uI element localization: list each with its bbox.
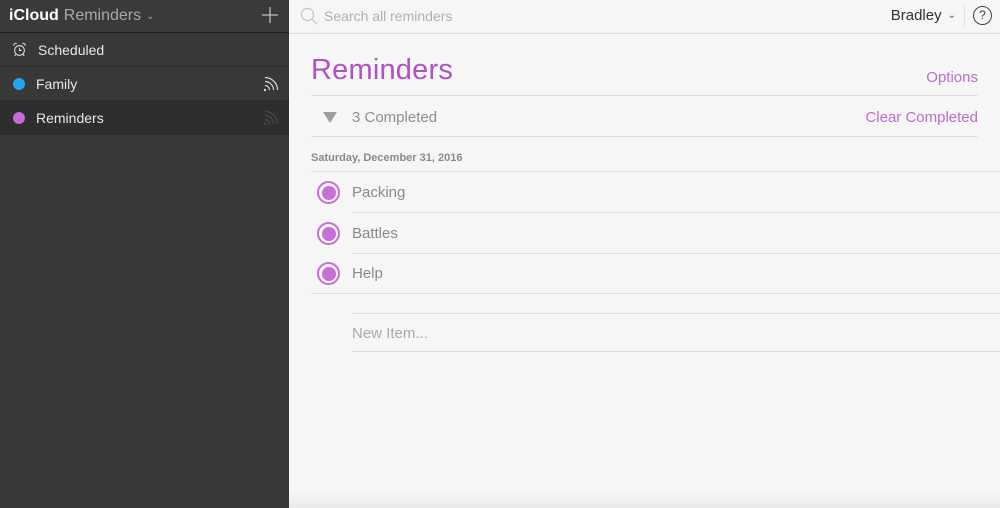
completed-checkbox[interactable]: [317, 222, 340, 245]
reminder-title[interactable]: Battles: [352, 225, 398, 242]
search-icon: [300, 7, 318, 25]
date-label: Saturday, December 31, 2016: [311, 152, 463, 164]
completed-section: 3 Completed Clear Completed: [311, 97, 978, 137]
sidebar-item-reminders[interactable]: Reminders: [0, 101, 289, 135]
shared-list-icon[interactable]: [263, 110, 279, 126]
sidebar-item-label: Family: [36, 75, 78, 92]
completed-checkbox[interactable]: [317, 181, 340, 204]
reminder-title[interactable]: Packing: [352, 184, 405, 201]
app-brand: iCloud: [9, 7, 59, 24]
completed-checkbox[interactable]: [317, 262, 340, 285]
disclosure-triangle-icon[interactable]: [323, 112, 337, 123]
reminder-title[interactable]: Help: [352, 265, 383, 282]
main-panel: Bradley ⌄ ? Reminders Options 3 Complete…: [289, 0, 1000, 508]
sidebar-item-label: Reminders: [36, 109, 104, 126]
add-list-button[interactable]: [261, 6, 279, 24]
help-button[interactable]: ?: [973, 6, 992, 25]
app-switcher[interactable]: Reminders: [64, 7, 141, 25]
options-button[interactable]: Options: [926, 69, 978, 86]
shared-list-icon[interactable]: [263, 76, 279, 92]
list-color-dot: [13, 111, 25, 124]
sidebar-header: iCloud Reminders ⌄: [0, 0, 289, 33]
reminder-item[interactable]: Packing: [311, 172, 1000, 213]
sidebar-item-scheduled[interactable]: Scheduled: [0, 33, 289, 67]
chevron-down-icon[interactable]: ⌄: [146, 11, 154, 22]
new-item-input[interactable]: [352, 323, 752, 343]
new-item-row: [352, 313, 1000, 352]
divider: [964, 6, 965, 26]
search-input[interactable]: [324, 5, 624, 27]
sidebar: iCloud Reminders ⌄ Scheduled Family Remi…: [0, 0, 289, 508]
divider: [311, 293, 1000, 294]
reminder-item[interactable]: Battles: [311, 213, 1000, 254]
date-header: Saturday, December 31, 2016: [311, 138, 1000, 172]
page-title: Reminders: [311, 54, 454, 86]
list-header: Reminders Options: [311, 34, 978, 96]
alarm-clock-icon: [13, 42, 26, 57]
sidebar-item-family[interactable]: Family: [0, 67, 289, 101]
top-bar: Bradley ⌄ ?: [289, 0, 1000, 34]
clear-completed-button[interactable]: Clear Completed: [865, 109, 978, 126]
user-menu[interactable]: Bradley ⌄: [891, 7, 956, 24]
sidebar-item-label: Scheduled: [38, 41, 105, 58]
user-name: Bradley: [890, 7, 942, 24]
list-color-dot: [13, 77, 25, 90]
reminder-item[interactable]: Help: [311, 253, 1000, 294]
chevron-down-icon: ⌄: [947, 10, 956, 21]
completed-count[interactable]: 3 Completed: [352, 109, 437, 126]
